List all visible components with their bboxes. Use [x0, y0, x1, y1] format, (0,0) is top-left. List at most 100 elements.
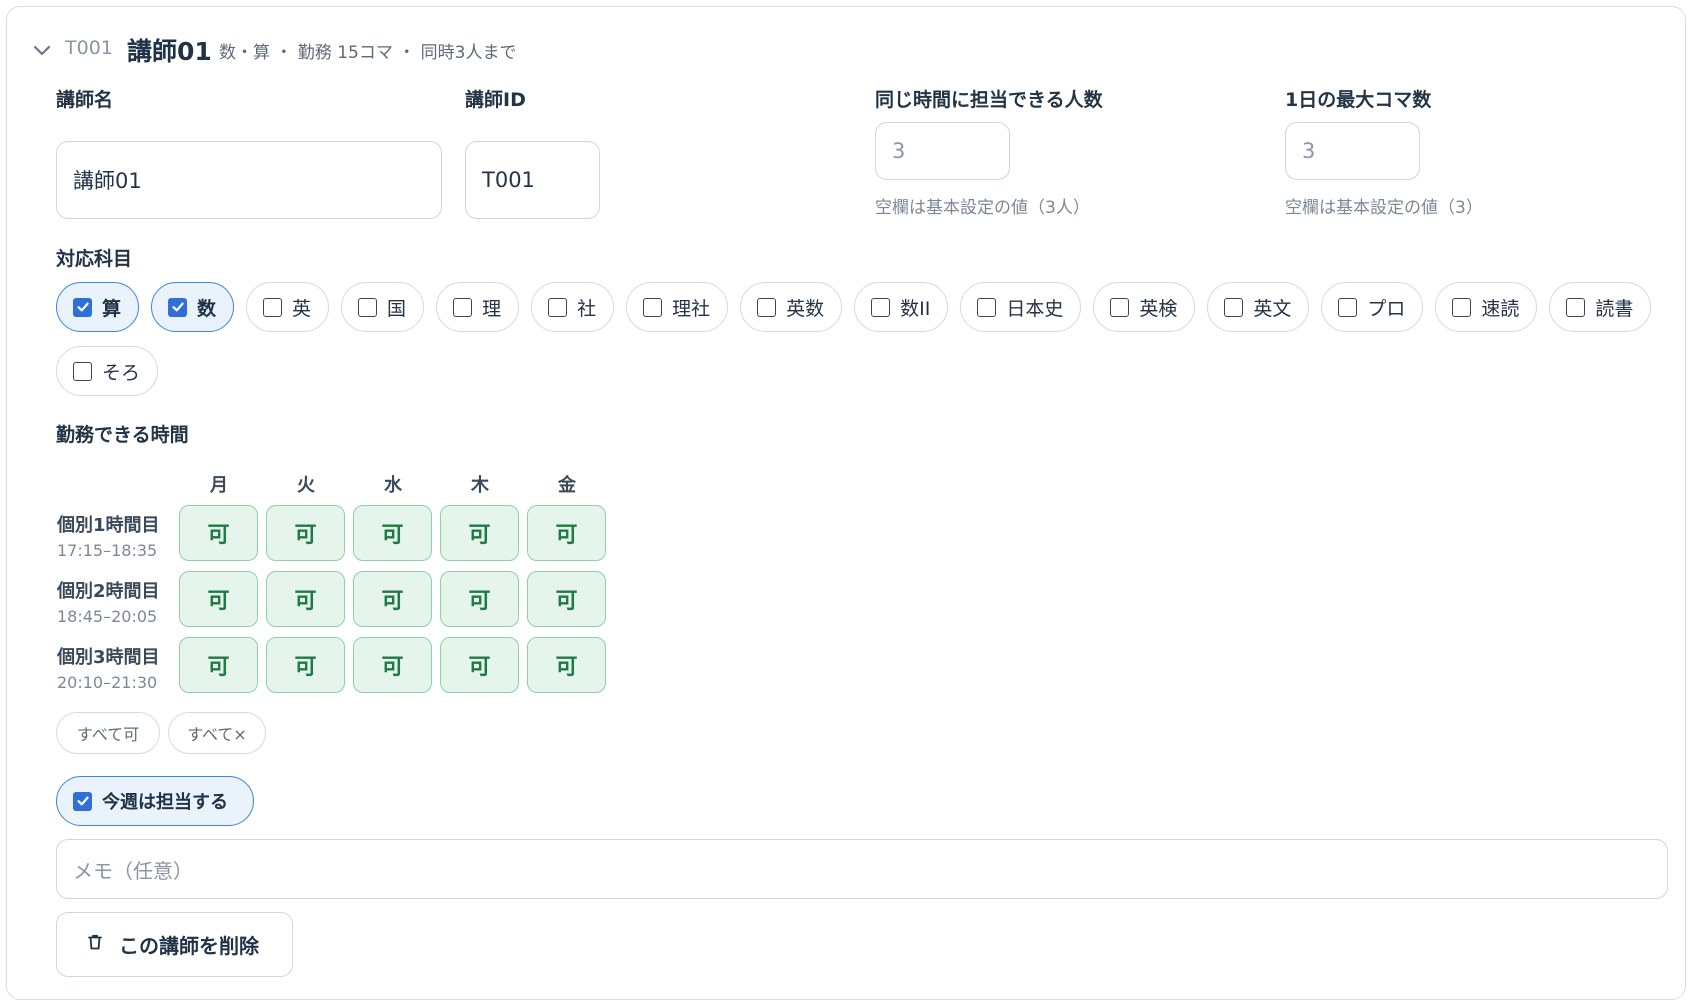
checkbox-unchecked-icon — [1110, 297, 1130, 317]
availability-cell[interactable]: 可 — [527, 571, 606, 627]
subject-chip[interactable]: 数II — [854, 282, 949, 332]
subject-chip-label: 理 — [482, 297, 502, 320]
availability-cell[interactable]: 可 — [440, 571, 519, 627]
subject-chip-label: そろ — [102, 361, 141, 384]
subject-chip-label: 日本史 — [1006, 297, 1064, 320]
concurrent-label: 同じ時間に担当できる人数 — [875, 89, 1103, 111]
availability-cell[interactable]: 可 — [266, 571, 345, 627]
checkbox-unchecked-icon — [548, 297, 568, 317]
availability-cell[interactable]: 可 — [266, 637, 345, 693]
id-label: 講師ID — [465, 89, 526, 111]
teacher-summary: 数・算 ・ 勤務 15コマ ・ 同時3人まで — [219, 43, 517, 63]
availability-cell[interactable]: 可 — [440, 505, 519, 561]
subject-chip[interactable]: 英数 — [740, 282, 843, 332]
availability-cell[interactable]: 可 — [179, 571, 258, 627]
teacher-name-title: 講師01 — [127, 37, 212, 66]
availability-cell[interactable]: 可 — [440, 637, 519, 693]
day-header: 水 — [384, 475, 402, 496]
subject-chip-label: 速読 — [1481, 297, 1520, 320]
subject-chip-label: プロ — [1367, 297, 1406, 320]
checkbox-unchecked-icon — [453, 297, 473, 317]
checkbox-unchecked-icon — [1452, 297, 1472, 317]
subject-chip[interactable]: そろ — [56, 346, 159, 396]
name-label: 講師名 — [56, 89, 114, 111]
day-header: 金 — [558, 475, 576, 496]
checkbox-unchecked-icon — [263, 297, 283, 317]
checkbox-unchecked-icon — [871, 297, 891, 317]
subject-chip-label: 読書 — [1595, 297, 1634, 320]
checkbox-unchecked-icon — [73, 361, 92, 381]
availability-cell[interactable]: 可 — [353, 637, 432, 693]
all-available-button[interactable]: すべて可 — [56, 712, 160, 754]
period-time: 18:45–20:05 — [57, 607, 158, 626]
subject-chip[interactable]: 読書 — [1549, 282, 1652, 332]
all-unavailable-button[interactable]: すべて× — [168, 712, 266, 754]
day-header: 木 — [471, 475, 489, 496]
period-time: 20:10–21:30 — [57, 673, 158, 692]
subjects-label: 対応科目 — [56, 248, 133, 270]
availability-cell[interactable]: 可 — [527, 505, 606, 561]
maxslots-input-placeholder: 3 — [1302, 139, 1316, 163]
subject-chip[interactable]: 英 — [246, 282, 330, 332]
delete-teacher-button[interactable]: この講師を削除 — [56, 912, 293, 977]
subject-chip[interactable]: 数 — [151, 282, 235, 332]
id-input[interactable]: T001 — [465, 141, 600, 219]
subject-chip-label: 国 — [387, 297, 407, 320]
subject-chip[interactable]: 算 — [56, 282, 140, 332]
concurrent-hint: 空欄は基本設定の値（3人） — [875, 198, 1090, 218]
subject-chip[interactable]: 社 — [531, 282, 615, 332]
subject-chip[interactable]: 速読 — [1435, 282, 1538, 332]
name-input[interactable]: 講師01 — [56, 141, 442, 219]
subject-chip-label: 英数 — [786, 297, 825, 320]
teacher-id-badge: T001 — [65, 37, 113, 59]
period-time: 17:15–18:35 — [57, 541, 158, 560]
subject-chip[interactable]: 英文 — [1207, 282, 1310, 332]
subject-chip-label: 英検 — [1139, 297, 1178, 320]
period-label: 個別1時間目 17:15–18:35 — [57, 511, 160, 560]
maxslots-label: 1日の最大コマ数 — [1285, 89, 1432, 111]
subject-chip[interactable]: 国 — [341, 282, 425, 332]
maxslots-input[interactable]: 3 — [1285, 122, 1420, 180]
checkbox-unchecked-icon — [977, 297, 997, 317]
availability-cell[interactable]: 可 — [266, 505, 345, 561]
subject-chip-label: 算 — [102, 297, 122, 320]
delete-teacher-label: この講師を削除 — [119, 934, 259, 958]
checkbox-unchecked-icon — [1224, 297, 1244, 317]
subject-chip[interactable]: プロ — [1321, 282, 1424, 332]
period-name: 個別1時間目 — [57, 515, 160, 536]
period-name: 個別3時間目 — [57, 647, 160, 668]
concurrent-input-placeholder: 3 — [892, 139, 906, 163]
availability-cell[interactable]: 可 — [353, 571, 432, 627]
subject-chip-label: 数II — [900, 297, 931, 320]
subject-chip[interactable]: 理 — [436, 282, 520, 332]
subject-chip-label: 理社 — [672, 297, 711, 320]
day-header: 月 — [210, 475, 228, 496]
subject-chip-list: 算数英国理社理社 英数 数II 日本史 英検 英文 プロ 速読 読書 そろ — [56, 282, 1656, 396]
name-input-value: 講師01 — [73, 169, 142, 193]
chevron-down-icon[interactable] — [31, 39, 53, 61]
subject-chip-label: 社 — [577, 297, 597, 320]
period-name: 個別2時間目 — [57, 581, 160, 602]
assign-this-week-toggle[interactable]: 今週は担当する — [56, 776, 254, 826]
checkbox-unchecked-icon — [1338, 297, 1358, 317]
schedule-label: 勤務できる時間 — [56, 424, 189, 446]
availability-cell[interactable]: 可 — [353, 505, 432, 561]
checkbox-unchecked-icon — [1566, 297, 1586, 317]
maxslots-hint: 空欄は基本設定の値（3） — [1285, 198, 1483, 218]
checkbox-unchecked-icon — [757, 297, 777, 317]
trash-icon — [85, 932, 105, 957]
subject-chip-label: 英 — [292, 297, 312, 320]
concurrent-input[interactable]: 3 — [875, 122, 1010, 180]
subject-chip[interactable]: 理社 — [626, 282, 729, 332]
memo-input[interactable]: メモ（任意） — [56, 839, 1668, 899]
memo-placeholder: メモ（任意） — [73, 858, 193, 883]
checkbox-checked-icon — [73, 297, 92, 317]
availability-cell[interactable]: 可 — [179, 637, 258, 693]
availability-cell[interactable]: 可 — [179, 505, 258, 561]
subject-chip-label: 英文 — [1253, 297, 1292, 320]
subject-chip[interactable]: 英検 — [1093, 282, 1196, 332]
availability-cell[interactable]: 可 — [527, 637, 606, 693]
checkbox-checked-icon — [73, 791, 92, 811]
subject-chip[interactable]: 日本史 — [960, 282, 1082, 332]
subject-chip-label: 数 — [197, 297, 217, 320]
